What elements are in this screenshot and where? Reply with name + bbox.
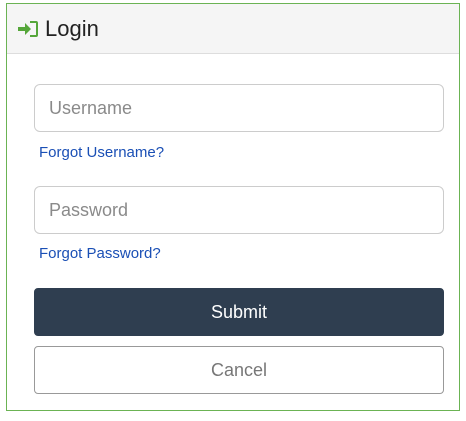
username-input[interactable] — [34, 84, 444, 132]
forgot-username-link[interactable]: Forgot Username? — [39, 144, 164, 161]
password-input[interactable] — [34, 186, 444, 234]
submit-button[interactable]: Submit — [34, 288, 444, 336]
sign-in-icon — [17, 19, 39, 39]
panel-title: Login — [45, 15, 99, 41]
cancel-button[interactable]: Cancel — [34, 346, 444, 394]
forgot-password-link[interactable]: Forgot Password? — [39, 245, 161, 262]
panel-header: Login — [7, 4, 459, 54]
login-panel: Login Forgot Username? Forgot Password? … — [6, 3, 460, 411]
